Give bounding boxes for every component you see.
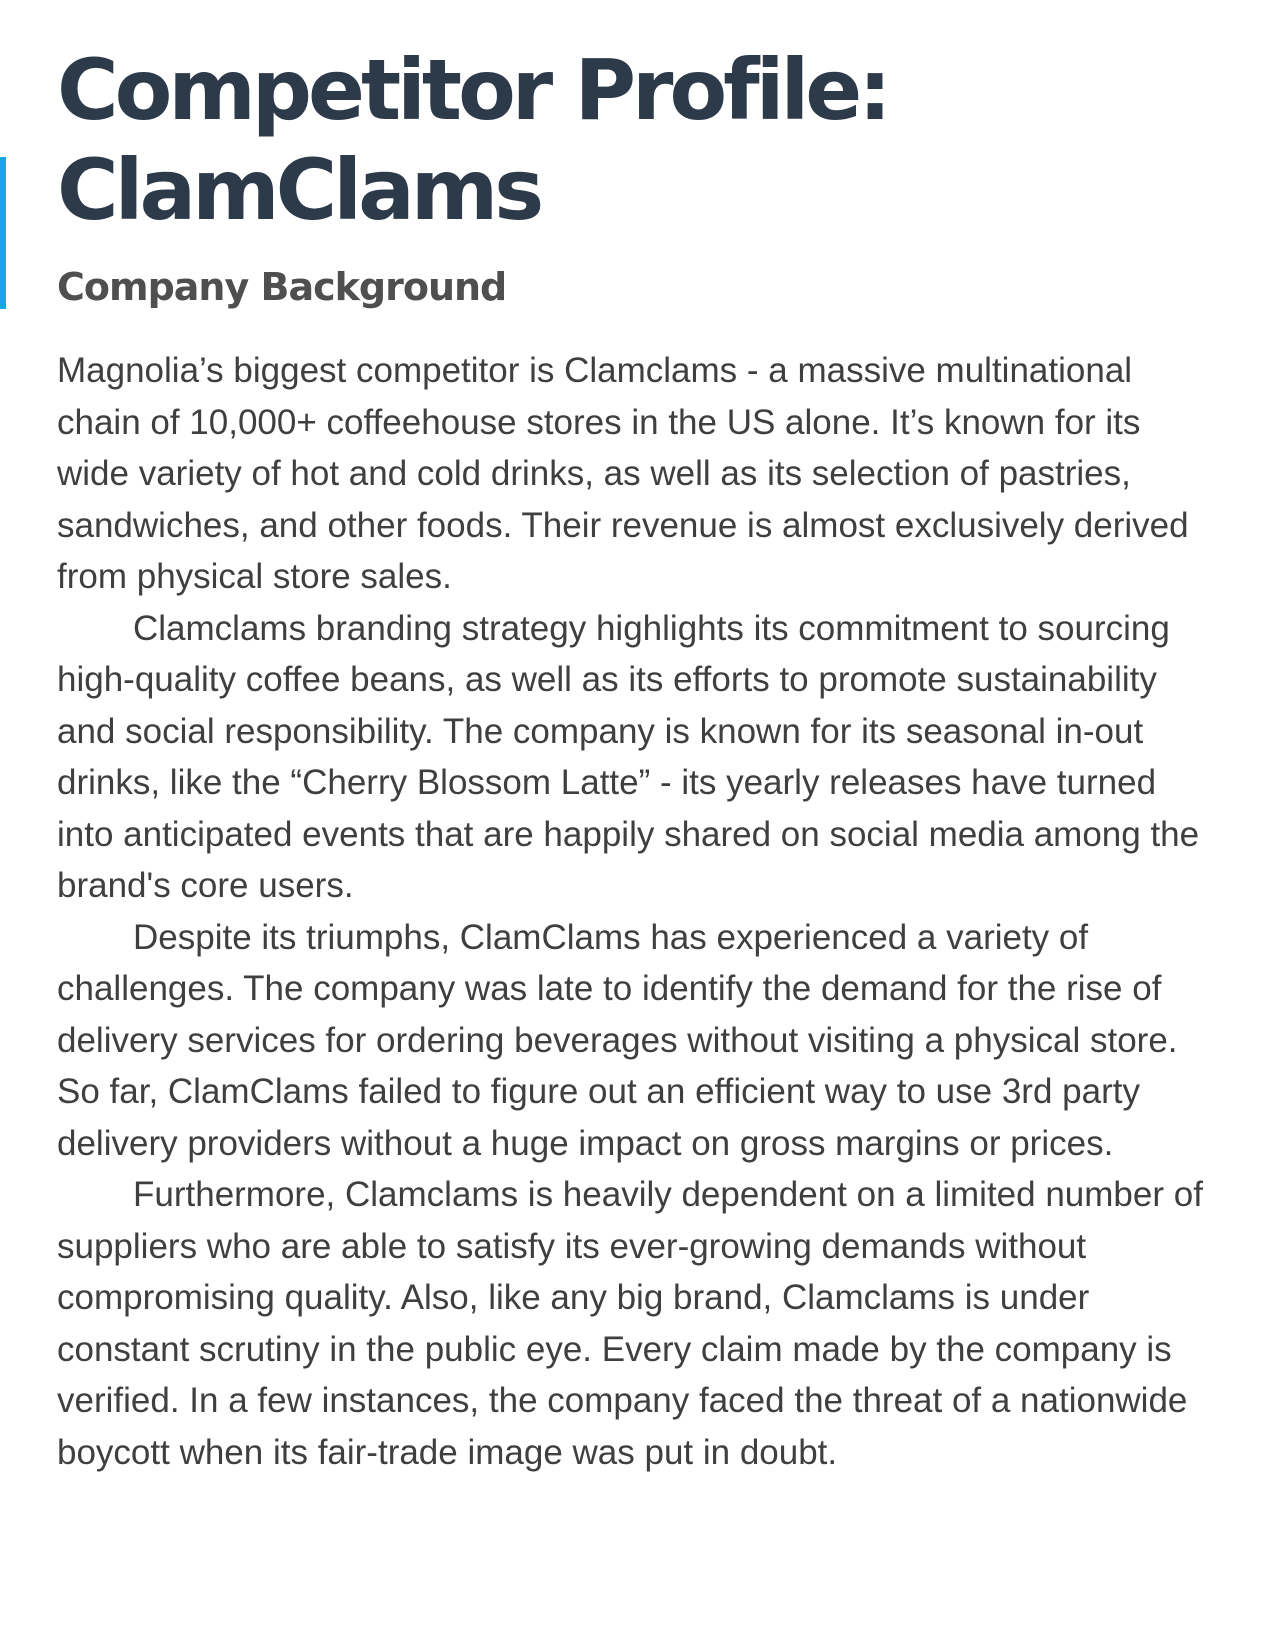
paragraph-intro: Magnolia’s biggest competitor is Clamcla… <box>57 351 1189 596</box>
document-page: Competitor Profile: ClamClams Company Ba… <box>57 40 1217 1478</box>
paragraph-dependencies: Furthermore, Clamclams is heavily depend… <box>57 1175 1203 1472</box>
page-title-line-1: Competitor Profile: <box>57 41 892 139</box>
page-title-line-2: ClamClams <box>57 141 544 239</box>
accent-bar <box>0 157 6 309</box>
page-title: Competitor Profile: ClamClams <box>57 40 1217 240</box>
body-text: Magnolia’s biggest competitor is Clamcla… <box>57 345 1217 1478</box>
section-heading: Company Background <box>57 265 507 309</box>
paragraph-branding: Clamclams branding strategy highlights i… <box>57 608 1200 906</box>
paragraph-challenges: Despite its triumphs, ClamClams has expe… <box>57 917 1178 1163</box>
